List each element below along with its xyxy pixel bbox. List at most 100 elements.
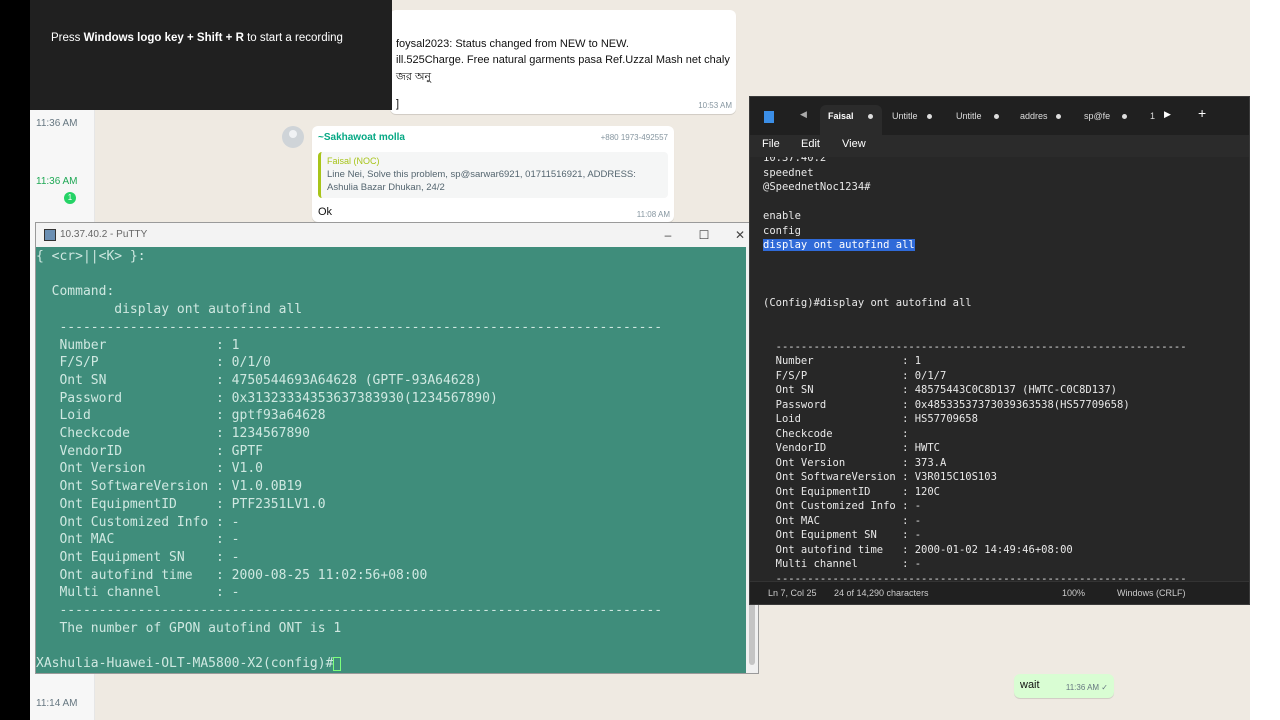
message-text: Ok xyxy=(318,206,333,218)
character-count: 24 of 14,290 characters xyxy=(834,588,929,598)
chat-list-time: 11:36 AM xyxy=(36,118,78,129)
desktop: 11:36 AM 11:36 AM 1 11:14 AM foysal2023:… xyxy=(0,0,1280,720)
menu-file[interactable]: File xyxy=(762,138,780,150)
editor-line: Ont EquipmentID : 120C xyxy=(763,485,941,498)
putty-window[interactable]: 10.37.40.2 - PuTTY – ☐ ✕ { <cr>||<K> }: … xyxy=(35,222,759,674)
editor-line: display ont autofind all xyxy=(763,239,915,251)
editor-line: ----------------------------------------… xyxy=(763,572,1187,582)
editor-line: 10.37.40.2 xyxy=(763,157,827,164)
terminal-line: Multi channel : - xyxy=(36,585,240,601)
quoted-sender: Faisal (NOC) xyxy=(327,156,380,166)
message-text: জর অনু xyxy=(396,71,432,83)
line-ending[interactable]: Windows (CRLF) xyxy=(1117,588,1186,598)
tab-1[interactable]: 1 xyxy=(1142,105,1160,135)
tab-faisal[interactable]: Faisal xyxy=(820,105,882,135)
terminal-line: ----------------------------------------… xyxy=(36,319,663,335)
status-bar: Ln 7, Col 25 24 of 14,290 characters 100… xyxy=(750,581,1249,604)
terminal-line: Ont autofind time : 2000-08-25 11:02:56+… xyxy=(36,567,428,583)
tab-address[interactable]: addres xyxy=(1012,105,1072,135)
message-bubble[interactable]: foysal2023: Status changed from NEW to N… xyxy=(390,10,736,114)
tab-sp-fe[interactable]: sp@fe xyxy=(1076,105,1136,135)
toast-text: Press Windows logo key + Shift + R to st… xyxy=(51,32,343,44)
terminal-line: Ont SoftwareVersion : V1.0.0B19 xyxy=(36,479,303,495)
terminal-line: display ont autofind all xyxy=(36,302,303,318)
message-text: ] xyxy=(396,98,400,110)
menu-bar: File Edit View xyxy=(750,135,1249,157)
terminal-line: Loid : gptf93a64628 xyxy=(36,408,326,424)
notepad-window[interactable]: ◀ Faisal Untitle Untitle addres sp@fe 1 … xyxy=(749,96,1250,605)
editor-line: Loid : HS57709658 xyxy=(763,413,978,425)
terminal-line: Ont MAC : - xyxy=(36,532,240,548)
editor-line: @SpeednetNoc1234# xyxy=(763,181,871,193)
editor-line: speednet xyxy=(763,166,814,179)
editor-line: Checkcode : xyxy=(763,427,909,440)
message-time: 10:53 AM xyxy=(698,101,732,110)
terminal-line: Ont Customized Info : - xyxy=(36,514,240,530)
editor-line: Ont MAC : - xyxy=(763,514,922,527)
unsaved-dot-icon xyxy=(1122,114,1128,120)
editor-line: (Config)#display ont autofind all xyxy=(763,297,972,309)
terminal-line: Ont Version : V1.0 xyxy=(36,461,263,477)
terminal-line: VendorID : GPTF xyxy=(36,443,263,459)
zoom-level[interactable]: 100% xyxy=(1062,588,1085,598)
menu-edit[interactable]: Edit xyxy=(801,138,820,150)
message-text: foysal2023: Status changed from NEW to N… xyxy=(396,38,629,50)
tab-scroll-right-icon[interactable]: ▶ xyxy=(1164,109,1171,120)
terminal-line: Checkcode : 1234567890 xyxy=(36,426,310,441)
putty-icon xyxy=(44,229,56,241)
unread-badge: 1 xyxy=(64,192,76,204)
avatar[interactable] xyxy=(282,126,304,148)
terminal-output[interactable]: { <cr>||<K> }: Command: display ont auto… xyxy=(36,247,746,673)
notepad-icon xyxy=(764,111,774,123)
terminal-line: { <cr>||<K> }: xyxy=(36,249,146,264)
tab-bar: ◀ Faisal Untitle Untitle addres sp@fe 1 … xyxy=(750,97,1249,135)
putty-titlebar[interactable]: 10.37.40.2 - PuTTY – ☐ ✕ xyxy=(36,223,758,247)
chat-list-time: 11:14 AM xyxy=(36,698,78,709)
menu-view[interactable]: View xyxy=(842,138,866,150)
text-editor[interactable]: 10.37.40.2 speednet @SpeednetNoc1234# enabl… xyxy=(750,157,1249,582)
maximize-button[interactable]: ☐ xyxy=(686,225,722,245)
message-text: ill.525Charge. Free natural garments pas… xyxy=(396,54,730,66)
unsaved-dot-icon xyxy=(867,114,873,120)
terminal-line: ----------------------------------------… xyxy=(36,603,663,618)
message-time: 11:36 AM ✓ xyxy=(1065,683,1108,692)
unsaved-dot-icon xyxy=(993,114,999,120)
message-text: wait xyxy=(1020,679,1040,691)
message-time: 11:08 AM xyxy=(636,210,670,219)
sender-phone: +880 1973-492557 xyxy=(600,133,668,142)
terminal-line: Ont SN : 4750544693A64628 (GPTF-93A64628… xyxy=(36,372,483,388)
editor-line: F/S/P : 0/1/7 xyxy=(763,369,947,382)
selected-text[interactable]: display ont autofind all xyxy=(763,239,915,251)
editor-line: Ont SoftwareVersion : V3R015C10S103 xyxy=(763,471,997,483)
quoted-message[interactable]: Faisal (NOC) Line Nei, Solve this proble… xyxy=(318,152,668,198)
editor-line: Password : 0x48533537373039363538(HS5770… xyxy=(763,398,1130,411)
tab-untitled-2[interactable]: Untitle xyxy=(948,105,1008,135)
minimize-button[interactable]: – xyxy=(650,225,686,245)
editor-line: config xyxy=(763,224,801,237)
editor-line: Ont Equipment SN : - xyxy=(763,529,922,541)
tab-scroll-left-icon[interactable]: ◀ xyxy=(800,109,807,120)
terminal-line: F/S/P : 0/1/0 xyxy=(36,355,271,371)
message-bubble[interactable]: ~Sakhawoat molla +880 1973-492557 Faisal… xyxy=(312,126,674,222)
terminal-line: The number of GPON autofind ONT is 1 xyxy=(36,620,342,636)
editor-line: VendorID : HWTC xyxy=(763,442,941,454)
message-sender[interactable]: ~Sakhawoat molla xyxy=(318,132,405,143)
editor-line: enable xyxy=(763,210,801,222)
editor-line: Multi channel : - xyxy=(763,558,922,570)
terminal-line: Command: xyxy=(36,284,115,300)
cursor-position: Ln 7, Col 25 xyxy=(768,588,817,598)
terminal-line: Number : 1 xyxy=(36,337,240,353)
recording-toast: Press Windows logo key + Shift + R to st… xyxy=(30,0,392,110)
terminal-cursor xyxy=(333,656,342,671)
editor-line: Ont SN : 48575443C0C8D137 (HWTC-C0C8D137… xyxy=(763,384,1118,396)
tab-untitled-1[interactable]: Untitle xyxy=(884,105,944,135)
terminal-line: Ont EquipmentID : PTF2351LV1.0 xyxy=(36,496,326,512)
terminal-line: Ont Equipment SN : - xyxy=(36,549,240,565)
terminal-line: XAshulia-Huawei-OLT-MA5800-X2(config)# xyxy=(36,656,342,671)
new-tab-icon[interactable]: + xyxy=(1198,105,1206,121)
unsaved-dot-icon xyxy=(1055,114,1061,120)
message-bubble[interactable]: wait 11:36 AM ✓ xyxy=(1014,674,1114,698)
editor-line: Ont autofind time : 2000-01-02 14:49:46+… xyxy=(763,543,1073,556)
unsaved-dot-icon xyxy=(926,114,932,120)
editor-line: ----------------------------------------… xyxy=(763,340,1187,353)
